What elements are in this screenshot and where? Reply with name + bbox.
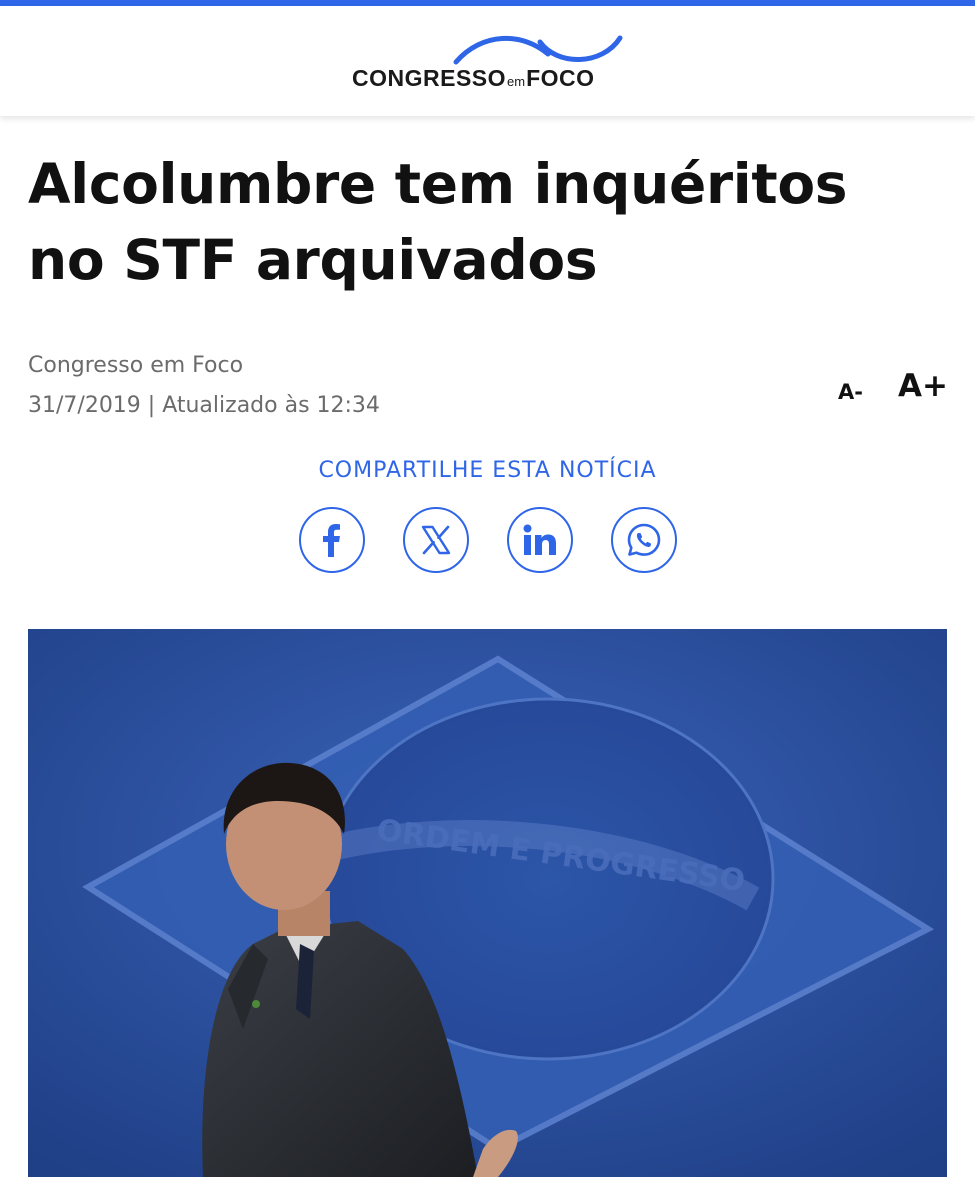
share-label: COMPARTILHE ESTA NOTÍCIA [318, 458, 657, 483]
article-photo[interactable]: ORDEM E PROGRESSO [28, 629, 947, 1177]
logo-word-congresso: CONGRESSO [352, 65, 507, 91]
site-logo[interactable]: CONGRESSOemFOCO [352, 32, 628, 96]
article-title-line2: no STF arquivados [28, 228, 598, 292]
font-decrease-button[interactable]: A- [838, 380, 863, 404]
article-date: 31/7/2019 | Atualizado às 12:34 [28, 393, 380, 418]
share-facebook-button[interactable] [299, 507, 365, 573]
article-title-line1: Alcolumbre tem inquéritos [28, 152, 848, 216]
logo-word-foco: FOCO [526, 65, 595, 91]
whatsapp-icon [627, 523, 661, 556]
photo-senator-flag-image: ORDEM E PROGRESSO [28, 629, 947, 1177]
font-size-controls: A- A+ [838, 368, 950, 408]
logo-word-em: em [507, 74, 526, 89]
share-buttons [299, 507, 677, 573]
x-icon [421, 525, 451, 555]
share-linkedin-button[interactable] [507, 507, 573, 573]
article-body-peek [28, 1190, 947, 1200]
facebook-icon [323, 524, 340, 557]
linkedin-icon [523, 524, 556, 555]
logo-wordmark: CONGRESSOemFOCO [352, 65, 595, 92]
article-meta: Congresso em Foco 31/7/2019 | Atualizado… [28, 350, 380, 422]
article-title: Alcolumbre tem inquéritos no STF arquiva… [28, 146, 948, 298]
share-x-button[interactable] [403, 507, 469, 573]
font-increase-button[interactable]: A+ [898, 368, 948, 404]
site-header: CONGRESSOemFOCO [0, 6, 975, 116]
article-author: Congresso em Foco [28, 353, 244, 378]
share-whatsapp-button[interactable] [611, 507, 677, 573]
